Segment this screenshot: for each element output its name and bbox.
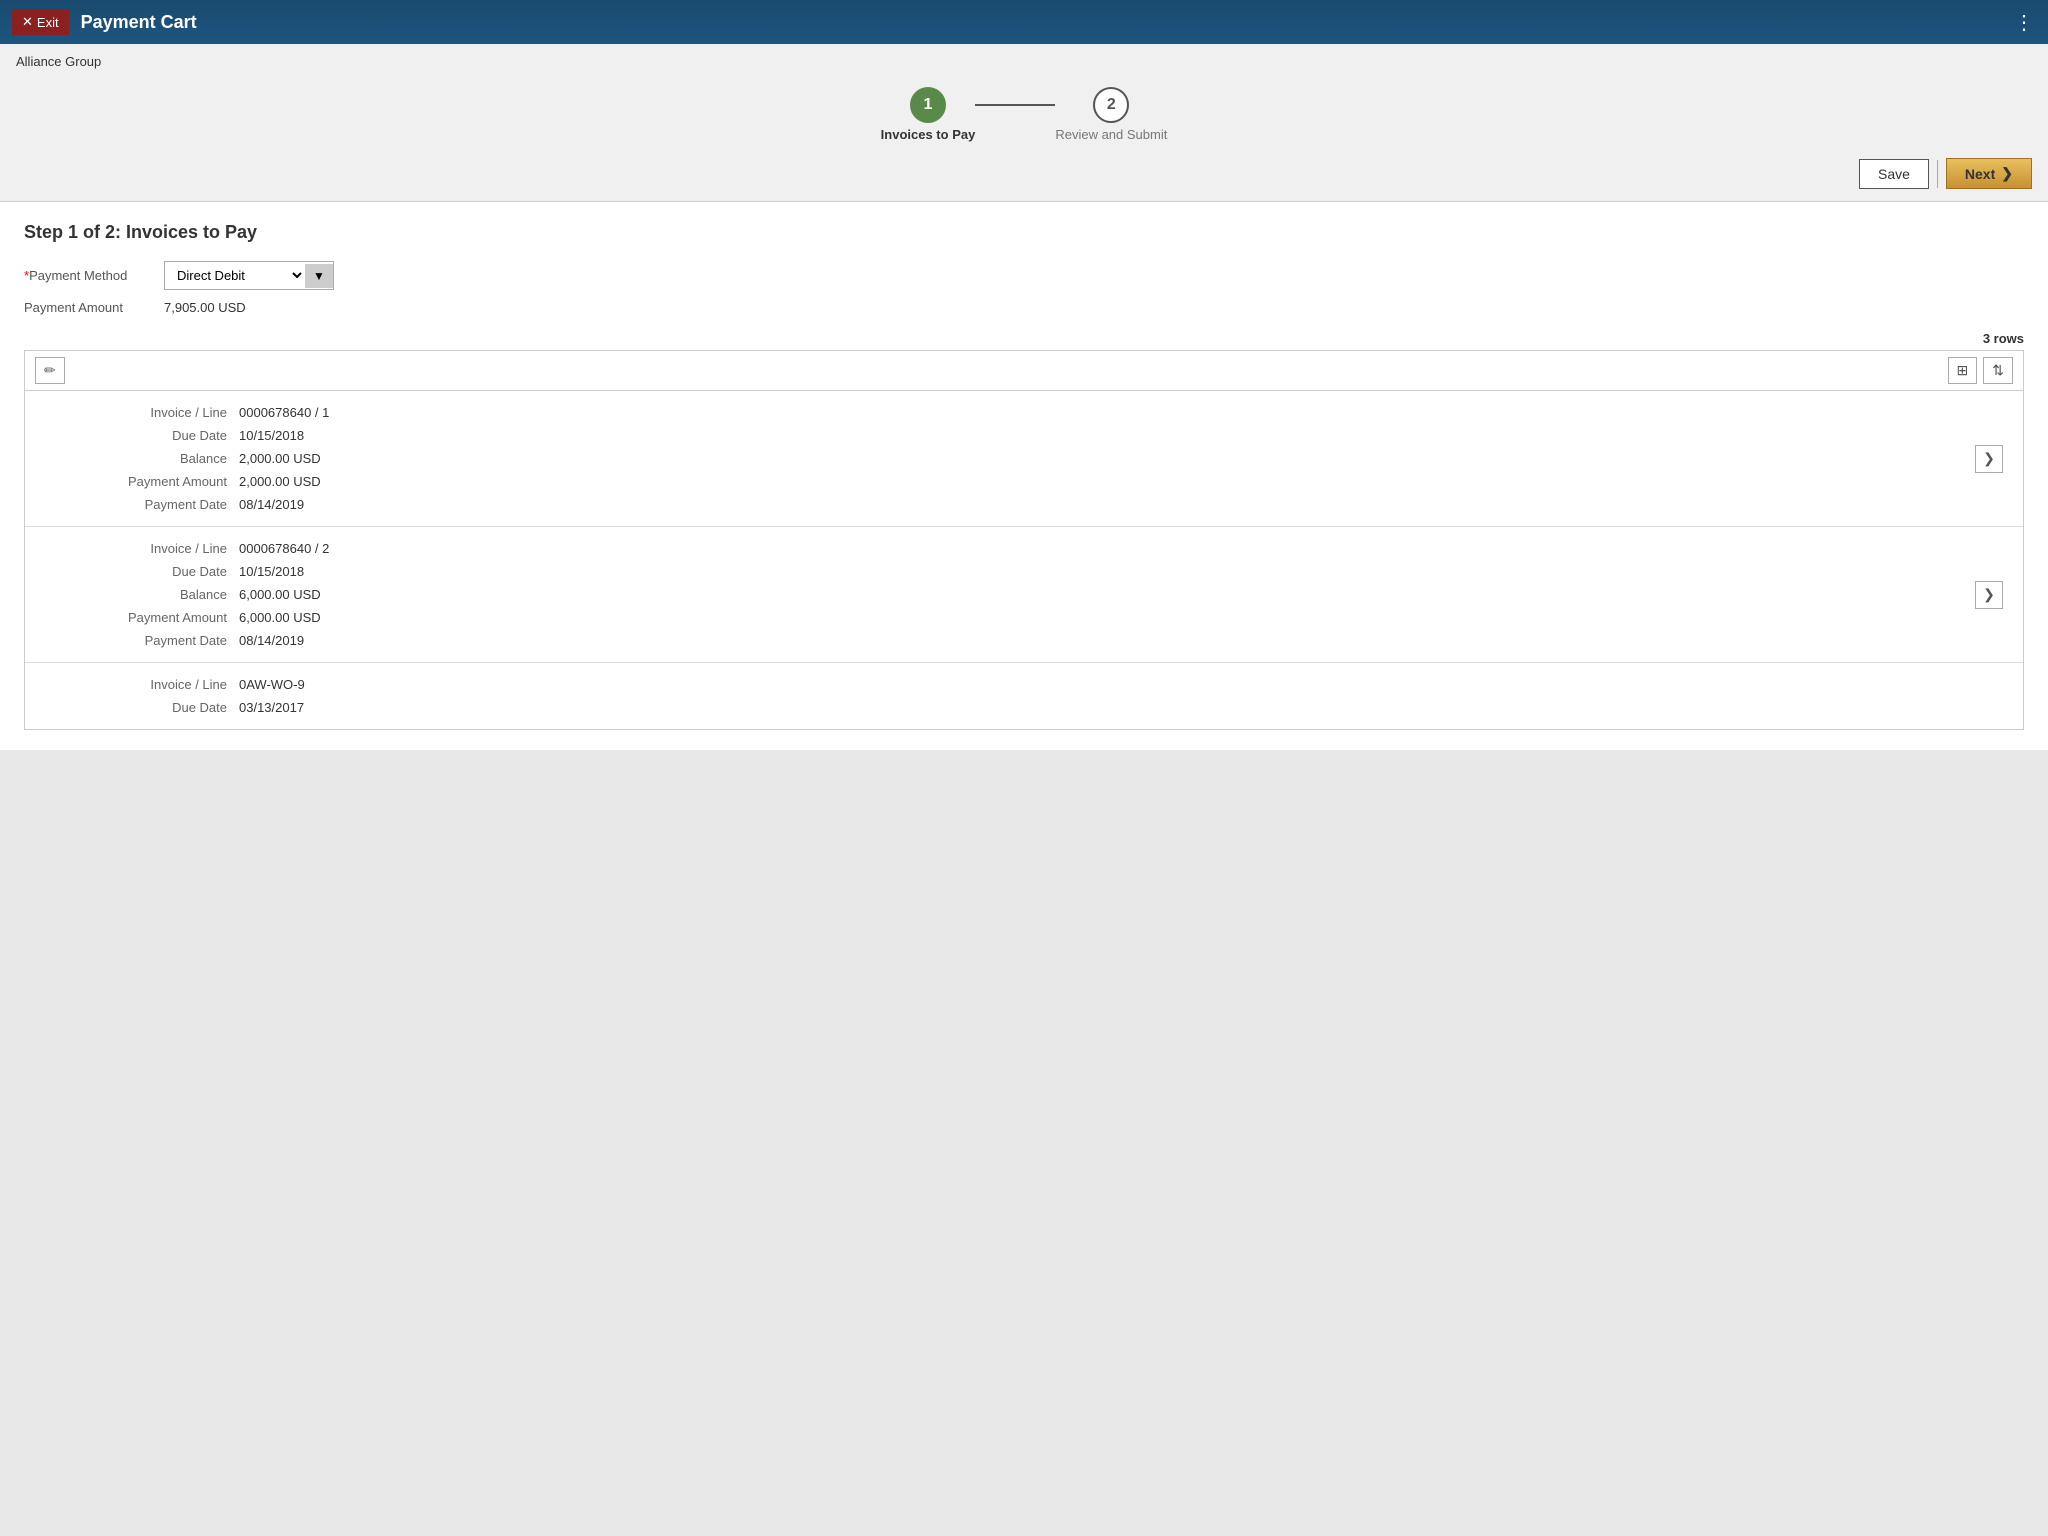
payment-amount-row: Payment Amount 7,905.00 USD [24, 300, 2024, 315]
main-content: Step 1 of 2: Invoices to Pay *Payment Me… [0, 202, 2048, 750]
more-options-icon[interactable]: ⋮ [2014, 10, 2036, 35]
step-2-label: Review and Submit [1055, 127, 1167, 142]
required-asterisk: * [24, 268, 29, 283]
payment-date-value-2: 08/14/2019 [239, 633, 1975, 648]
payment-method-row: *Payment Method Direct Debit ▼ [24, 261, 2024, 290]
row-expand-button-2[interactable]: ❯ [1975, 581, 2003, 609]
next-button[interactable]: Next ❯ [1946, 158, 2032, 189]
close-icon: ✕ [22, 14, 33, 30]
payment-amount-label: Payment Amount [24, 300, 154, 315]
header: ✕ Exit Payment Cart ⋮ [0, 0, 2048, 44]
chevron-col-1: ❯ [1975, 405, 2009, 512]
stepper-area: 1 Invoices to Pay 2 Review and Submit [0, 77, 2048, 150]
invoice-1-data: Invoice / Line 0000678640 / 1 Due Date 1… [25, 405, 1975, 512]
due-date-label-3: Due Date [39, 700, 239, 715]
step-1-node: 1 Invoices to Pay [881, 87, 976, 142]
header-left: ✕ Exit Payment Cart [12, 9, 197, 35]
balance-label-2: Balance [39, 587, 239, 602]
company-name: Alliance Group [16, 54, 101, 69]
page-title: Step 1 of 2: Invoices to Pay [24, 222, 2024, 243]
step-connector [975, 104, 1055, 106]
rows-count: 3 rows [24, 331, 2024, 346]
action-bar: Save Next ❯ [0, 150, 2048, 202]
table-toolbar: ✏ ⊞ ⇅ [25, 351, 2023, 391]
invoice-table: ✏ ⊞ ⇅ Invoice / Line 0000678640 / 1 Due … [24, 350, 2024, 730]
due-date-label-2: Due Date [39, 564, 239, 579]
payment-date-value-1: 08/14/2019 [239, 497, 1975, 512]
payment-amount-value-1: 2,000.00 USD [239, 474, 1975, 489]
payment-method-label: *Payment Method [24, 268, 154, 283]
invoice-row-3: Invoice / Line 0AW-WO-9 Due Date 03/13/2… [25, 663, 2023, 729]
payment-date-label-1: Payment Date [39, 497, 239, 512]
invoice-line-label-2: Invoice / Line [39, 541, 239, 556]
invoice-line-value-2: 0000678640 / 2 [239, 541, 1975, 556]
payment-method-select[interactable]: Direct Debit ▼ [164, 261, 334, 290]
invoice-2-data: Invoice / Line 0000678640 / 2 Due Date 1… [25, 541, 1975, 648]
header-title: Payment Cart [81, 12, 197, 33]
balance-value-2: 6,000.00 USD [239, 587, 1975, 602]
step-1-circle: 1 [910, 87, 946, 123]
filter-icon-button[interactable]: ⊞ [1948, 357, 1978, 384]
invoice-3-data: Invoice / Line 0AW-WO-9 Due Date 03/13/2… [25, 677, 2003, 715]
payment-method-dropdown[interactable]: Direct Debit [165, 262, 305, 289]
due-date-value-1: 10/15/2018 [239, 428, 1975, 443]
payment-amount-label-1: Payment Amount [39, 474, 239, 489]
stepper: 1 Invoices to Pay 2 Review and Submit [881, 87, 1168, 142]
balance-value-1: 2,000.00 USD [239, 451, 1975, 466]
payment-amount-label-2: Payment Amount [39, 610, 239, 625]
dropdown-arrow-button[interactable]: ▼ [305, 264, 333, 288]
toolbar-right: ⊞ ⇅ [1948, 357, 2013, 384]
filter-icon: ⊞ [1957, 362, 1969, 378]
balance-label-1: Balance [39, 451, 239, 466]
divider [1937, 160, 1938, 188]
next-icon: ❯ [2001, 165, 2013, 182]
chevron-col-3 [2003, 677, 2009, 715]
step-2-node: 2 Review and Submit [1055, 87, 1167, 142]
invoice-line-value-3: 0AW-WO-9 [239, 677, 2003, 692]
save-button[interactable]: Save [1859, 159, 1929, 189]
pencil-icon: ✏ [44, 362, 56, 378]
payment-date-label-2: Payment Date [39, 633, 239, 648]
invoice-line-label-3: Invoice / Line [39, 677, 239, 692]
invoice-row: Invoice / Line 0000678640 / 1 Due Date 1… [25, 391, 2023, 527]
step-2-circle: 2 [1093, 87, 1129, 123]
due-date-label-1: Due Date [39, 428, 239, 443]
step-1-label: Invoices to Pay [881, 127, 976, 142]
payment-amount-value-2: 6,000.00 USD [239, 610, 1975, 625]
invoice-line-label-1: Invoice / Line [39, 405, 239, 420]
exit-button[interactable]: ✕ Exit [12, 9, 69, 35]
sort-icon-button[interactable]: ⇅ [1983, 357, 2013, 384]
chevron-col-2: ❯ [1975, 541, 2009, 648]
sub-header: Alliance Group [0, 44, 2048, 77]
invoice-row-2: Invoice / Line 0000678640 / 2 Due Date 1… [25, 527, 2023, 663]
edit-button[interactable]: ✏ [35, 357, 65, 384]
sort-icon: ⇅ [1992, 362, 2004, 378]
due-date-value-2: 10/15/2018 [239, 564, 1975, 579]
due-date-value-3: 03/13/2017 [239, 700, 2003, 715]
invoice-line-value-1: 0000678640 / 1 [239, 405, 1975, 420]
payment-amount-value: 7,905.00 USD [164, 300, 246, 315]
row-expand-button-1[interactable]: ❯ [1975, 445, 2003, 473]
